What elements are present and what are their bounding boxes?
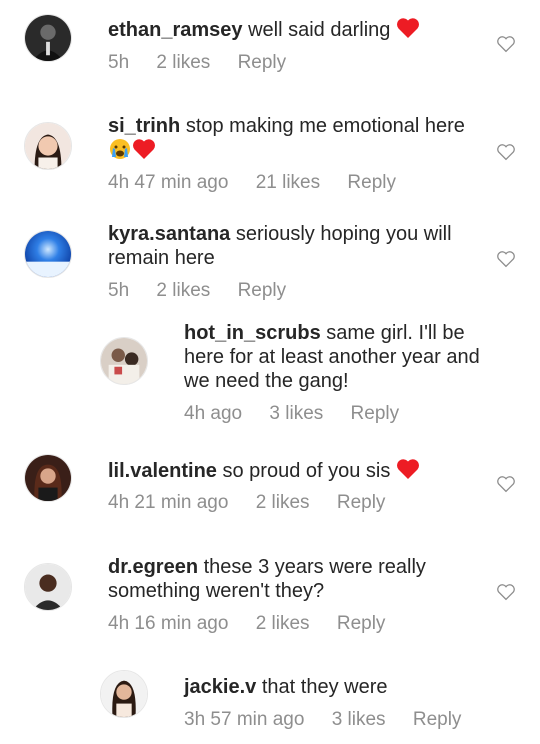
avatar[interactable] (24, 14, 72, 62)
heart-emoji-icon (396, 18, 419, 38)
reply-button[interactable]: Reply (413, 709, 462, 730)
reply-button[interactable]: Reply (238, 280, 287, 301)
comment-time: 3h 57 min ago (184, 709, 305, 730)
comment-text: dr.egreen these 3 years were really some… (108, 555, 478, 603)
comment-body: well said darling (248, 19, 391, 41)
comment-meta: 4h 21 min ago 2 likes Reply (108, 492, 407, 514)
comment-username[interactable]: si_trinh (108, 115, 180, 137)
comment-username[interactable]: ethan_ramsey (108, 19, 243, 41)
reply-button[interactable]: Reply (351, 403, 400, 424)
comment-time: 4h 16 min ago (108, 613, 229, 634)
avatar[interactable] (100, 670, 148, 718)
reply-button[interactable]: Reply (347, 172, 396, 193)
comment-text: kyra.santana seriously hoping you will r… (108, 222, 478, 270)
avatar[interactable] (100, 337, 148, 385)
reply-button[interactable]: Reply (337, 492, 386, 513)
like-heart-icon[interactable] (496, 143, 516, 161)
comment-text: jackie.v that they were (184, 675, 484, 699)
like-heart-icon[interactable] (496, 250, 516, 268)
comment-username[interactable]: dr.egreen (108, 556, 198, 578)
comment-username[interactable]: lil.valentine (108, 460, 217, 482)
comment-text: lil.valentine so proud of you sis (108, 458, 478, 483)
comment-time: 5h (108, 52, 130, 73)
avatar[interactable] (24, 454, 72, 502)
heart-emoji-icon (396, 459, 419, 479)
comment-meta: 3h 57 min ago 3 likes Reply (184, 709, 483, 731)
comment-body: so proud of you sis (222, 460, 391, 482)
comment-meta: 5h 2 likes Reply (108, 52, 308, 74)
comment-time: 4h 21 min ago (108, 492, 229, 513)
comment-likes[interactable]: 2 likes (256, 613, 310, 634)
crying-face-emoji-icon (110, 139, 130, 159)
reply-button[interactable]: Reply (238, 52, 287, 73)
comment-likes[interactable]: 2 likes (156, 280, 210, 301)
comment-meta: 5h 2 likes Reply (108, 280, 308, 302)
comment-text: hot_in_scrubs same girl. I'll be here fo… (184, 321, 484, 393)
comment-meta: 4h 47 min ago 21 likes Reply (108, 172, 418, 194)
reply-button[interactable]: Reply (337, 613, 386, 634)
comment-body: that they were (261, 676, 388, 698)
comment-username[interactable]: hot_in_scrubs (184, 322, 321, 344)
comment-likes[interactable]: 2 likes (256, 492, 310, 513)
avatar[interactable] (24, 230, 72, 278)
avatar[interactable] (24, 563, 72, 611)
like-heart-icon[interactable] (496, 583, 516, 601)
avatar[interactable] (24, 122, 72, 170)
comment-time: 4h ago (184, 403, 243, 424)
comment-time: 4h 47 min ago (108, 172, 229, 193)
comment-likes[interactable]: 21 likes (256, 172, 320, 193)
comment-username[interactable]: kyra.santana (108, 223, 230, 245)
comment-likes[interactable]: 3 likes (269, 403, 323, 424)
comment-body: stop making me emotional here (185, 115, 465, 137)
like-heart-icon[interactable] (496, 475, 516, 493)
heart-emoji-icon (133, 139, 155, 159)
like-heart-icon[interactable] (496, 35, 516, 53)
comment-text: si_trinh stop making me emotional here (108, 114, 478, 163)
comment-meta: 4h ago 3 likes Reply (184, 403, 421, 425)
comment-meta: 4h 16 min ago 2 likes Reply (108, 613, 407, 635)
comment-likes[interactable]: 3 likes (332, 709, 386, 730)
comment-username[interactable]: jackie.v (184, 676, 256, 698)
comment-time: 5h (108, 280, 130, 301)
comment-text: ethan_ramsey well said darling (108, 17, 478, 42)
comment-likes[interactable]: 2 likes (156, 52, 210, 73)
